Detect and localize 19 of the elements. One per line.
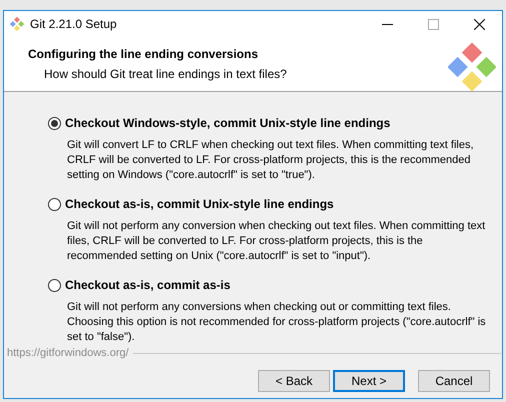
page-title: Configuring the line ending conversions [28, 46, 260, 63]
maximize-icon [428, 18, 438, 30]
radio-button[interactable] [48, 278, 61, 292]
option-description: Git will convert LF to CRLF when checking out text files. When committing text files, CRLF will be converted to LF. For cross-platform projects, this is the recommended setting on Windows ("core.autocrlf" is set to "true"). [67, 138, 475, 183]
radio-option[interactable]: Checkout as-is, commit as-is [48, 276, 492, 294]
app-icon [10, 17, 24, 31]
option-description: Git will not perform any conversion when checking out text files. When committing text files, CRLF will be converted to LF. For cross-platform projects, this is the recommended setting on Unix ("core.autocrlf" is set to "input"). [67, 219, 486, 264]
wizard-button[interactable]: Cancel [418, 370, 490, 392]
close-icon [474, 18, 484, 30]
logo-icon [448, 43, 496, 91]
wizard-button[interactable]: Next > [333, 370, 405, 392]
radio-option[interactable]: Checkout as-is, commit Unix-style line endings [48, 195, 492, 213]
radio-option[interactable]: Checkout Windows-style, commit Unix-style line endings [48, 114, 492, 132]
wizard-button[interactable]: < Back [258, 370, 330, 392]
radio-button[interactable] [48, 198, 61, 210]
window-title: Git 2.21.0 Setup [30, 16, 117, 33]
radio-button[interactable] [48, 116, 61, 130]
page-subtitle: How should Git treat line endings in text files? [44, 66, 287, 83]
option-description: Git will not perform any conversions when checking out or committing text files. Choosing this option is not recommended for cross-platform projects ("core.autocrlf" is set to "false"). [67, 300, 487, 345]
